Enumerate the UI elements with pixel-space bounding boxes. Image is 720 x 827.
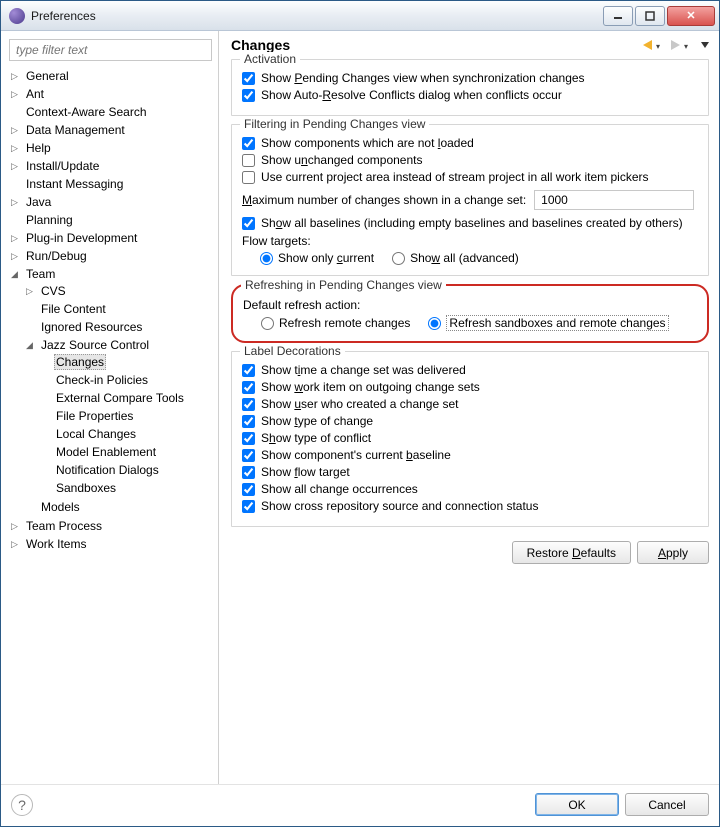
restore-defaults-button[interactable]: Restore Defaults xyxy=(512,541,631,564)
minimize-button[interactable] xyxy=(603,6,633,26)
tree-item-planning[interactable]: ▷Planning xyxy=(9,212,212,228)
chk-not-loaded[interactable] xyxy=(242,137,255,150)
chk-show-all-baselines[interactable] xyxy=(242,217,255,230)
tree-item-notification-dialogs[interactable]: ▷Notification Dialogs xyxy=(39,462,212,478)
tree-item-java[interactable]: ▷Java xyxy=(9,194,212,210)
preferences-tree[interactable]: ▷General ▷Ant ▷Context-Aware Search ▷Dat… xyxy=(9,67,212,784)
chk-type-conflict[interactable] xyxy=(242,432,255,445)
tree-item-data-management[interactable]: ▷Data Management xyxy=(9,122,212,138)
chk-unchanged[interactable] xyxy=(242,154,255,167)
flow-targets-label: Flow targets: xyxy=(242,234,698,248)
chk-use-current-project[interactable] xyxy=(242,171,255,184)
tree-item-model-enablement[interactable]: ▷Model Enablement xyxy=(39,444,212,460)
chk-show-autoresolve[interactable] xyxy=(242,89,255,102)
footer: ? OK Cancel xyxy=(1,784,719,826)
group-refreshing: Refreshing in Pending Changes view Defau… xyxy=(231,284,709,343)
tree-item-file-properties[interactable]: ▷File Properties xyxy=(39,408,212,424)
back-icon[interactable] xyxy=(643,40,652,50)
window-title: Preferences xyxy=(31,9,601,23)
chk-type-change[interactable] xyxy=(242,415,255,428)
tree-item-checkin-policies[interactable]: ▷Check-in Policies xyxy=(39,372,212,388)
group-activation: Activation Show Pending Changes view whe… xyxy=(231,59,709,116)
forward-dropdown-icon[interactable]: ▾ xyxy=(684,42,691,49)
tree-item-team[interactable]: ◢Team xyxy=(9,266,212,282)
chk-component-baseline[interactable] xyxy=(242,449,255,462)
chk-flow-target[interactable] xyxy=(242,466,255,479)
tree-item-install-update[interactable]: ▷Install/Update xyxy=(9,158,212,174)
radio-flow-all[interactable] xyxy=(392,252,405,265)
tree-item-changes[interactable]: ▷Changes xyxy=(39,354,212,370)
chk-user-created[interactable] xyxy=(242,398,255,411)
radio-refresh-sandbox-remote[interactable] xyxy=(428,317,441,330)
close-button[interactable]: ✕ xyxy=(667,6,715,26)
tree-item-ant[interactable]: ▷Ant xyxy=(9,86,212,102)
view-menu-icon[interactable] xyxy=(701,42,709,48)
preferences-window: Preferences ✕ ▷General ▷Ant ▷Context-Awa… xyxy=(0,0,720,827)
tree-item-sandboxes[interactable]: ▷Sandboxes xyxy=(39,480,212,496)
group-refreshing-legend: Refreshing in Pending Changes view xyxy=(241,278,446,292)
tree-item-jazz-source-control[interactable]: ◢Jazz Source Control xyxy=(24,337,212,353)
group-label-decorations: Label Decorations Show time a change set… xyxy=(231,351,709,527)
ok-button[interactable]: OK xyxy=(535,793,619,816)
tree-item-team-process[interactable]: ▷Team Process xyxy=(9,518,212,534)
forward-icon[interactable] xyxy=(671,40,680,50)
tree-item-cvs[interactable]: ▷CVS xyxy=(24,283,212,299)
chk-cross-repo[interactable] xyxy=(242,500,255,513)
sidebar: ▷General ▷Ant ▷Context-Aware Search ▷Dat… xyxy=(1,31,219,784)
chk-time-delivered[interactable] xyxy=(242,364,255,377)
max-changes-input[interactable] xyxy=(534,190,694,210)
tree-item-general[interactable]: ▷General xyxy=(9,68,212,84)
group-activation-legend: Activation xyxy=(240,52,300,66)
page-title: Changes xyxy=(231,37,643,53)
filter-input[interactable] xyxy=(9,39,212,61)
chk-work-item[interactable] xyxy=(242,381,255,394)
tree-item-file-content[interactable]: ▷File Content xyxy=(24,301,212,317)
tree-item-context-aware[interactable]: ▷Context-Aware Search xyxy=(9,104,212,120)
radio-flow-current[interactable] xyxy=(260,252,273,265)
tree-item-run-debug[interactable]: ▷Run/Debug xyxy=(9,248,212,264)
chk-all-occurrences[interactable] xyxy=(242,483,255,496)
apply-button[interactable]: Apply xyxy=(637,541,709,564)
tree-item-help[interactable]: ▷Help xyxy=(9,140,212,156)
tree-item-local-changes[interactable]: ▷Local Changes xyxy=(39,426,212,442)
radio-refresh-remote[interactable] xyxy=(261,317,274,330)
help-icon[interactable]: ? xyxy=(11,794,33,816)
back-dropdown-icon[interactable]: ▾ xyxy=(656,42,663,49)
tree-item-plugin-dev[interactable]: ▷Plug-in Development xyxy=(9,230,212,246)
tree-item-ignored-resources[interactable]: ▷Ignored Resources xyxy=(24,319,212,335)
default-refresh-label: Default refresh action: xyxy=(243,298,697,312)
tree-item-work-items[interactable]: ▷Work Items xyxy=(9,536,212,552)
chk-show-pending[interactable] xyxy=(242,72,255,85)
maximize-button[interactable] xyxy=(635,6,665,26)
titlebar[interactable]: Preferences ✕ xyxy=(1,1,719,31)
group-filtering: Filtering in Pending Changes view Show c… xyxy=(231,124,709,276)
eclipse-icon xyxy=(9,8,25,24)
tree-item-models[interactable]: ▷Models xyxy=(24,499,212,515)
cancel-button[interactable]: Cancel xyxy=(625,793,709,816)
tree-item-instant-messaging[interactable]: ▷Instant Messaging xyxy=(9,176,212,192)
group-filtering-legend: Filtering in Pending Changes view xyxy=(240,117,429,131)
main-panel: Changes ▾ ▾ Activation Show Pending Chan… xyxy=(219,31,719,784)
group-label-decorations-legend: Label Decorations xyxy=(240,344,345,358)
tree-item-external-compare[interactable]: ▷External Compare Tools xyxy=(39,390,212,406)
